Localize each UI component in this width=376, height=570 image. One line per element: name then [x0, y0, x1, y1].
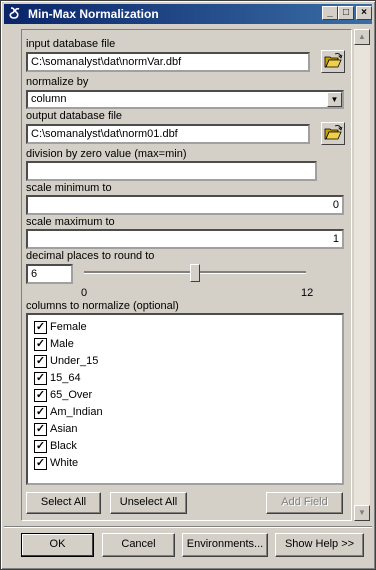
decimal-label: decimal places to round to [26, 250, 155, 262]
maximize-button[interactable]: □ [338, 6, 354, 20]
chevron-down-icon[interactable]: ▼ [327, 92, 342, 107]
normalize-by-select[interactable]: column ▼ [26, 90, 344, 109]
show-help-button[interactable]: Show Help >> [275, 533, 364, 557]
check-icon[interactable]: ✓ [34, 440, 47, 453]
output-db-label: output database file [26, 110, 123, 122]
output-db-browse-button[interactable] [321, 122, 345, 145]
scale-min-label: scale minimum to [26, 182, 112, 194]
normalize-by-value: column [31, 93, 67, 105]
columns-listbox[interactable]: ✓ Female ✓ Male ✓ Under_15 ✓ 15_64 ✓ 65_Over … [26, 313, 344, 485]
decimal-slider-thumb[interactable] [190, 264, 200, 282]
close-button[interactable]: × [356, 6, 372, 20]
check-icon[interactable]: ✓ [34, 389, 47, 402]
slider-max-label: 12 [301, 287, 314, 299]
open-folder-icon [322, 53, 344, 75]
title-bar[interactable]: Min-Max Normalization _ □ × [4, 4, 372, 24]
check-icon[interactable]: ✓ [34, 457, 47, 470]
div-zero-field[interactable] [26, 161, 317, 181]
open-folder-icon [322, 125, 344, 147]
check-icon[interactable]: ✓ [34, 355, 47, 368]
ok-button[interactable]: OK [21, 533, 94, 557]
window-title: Min-Max Normalization [28, 7, 159, 21]
check-icon[interactable]: ✓ [34, 423, 47, 436]
slider-min-label: 0 [81, 287, 88, 299]
scale-max-label: scale maximum to [26, 216, 115, 228]
check-icon[interactable]: ✓ [34, 338, 47, 351]
dialog-window: Min-Max Normalization _ □ × input databa… [0, 0, 376, 570]
input-db-field[interactable]: C:\somanalyst\dat\normVar.dbf [26, 52, 310, 72]
check-icon[interactable]: ✓ [34, 406, 47, 419]
cancel-button[interactable]: Cancel [102, 533, 175, 557]
input-db-label: input database file [26, 38, 116, 50]
scroll-icon [7, 6, 23, 22]
scale-max-field[interactable]: 1 [26, 229, 344, 249]
unselect-all-button[interactable]: Unselect All [110, 492, 187, 514]
select-all-button[interactable]: Select All [26, 492, 101, 514]
output-db-field[interactable]: C:\somanalyst\dat\norm01.dbf [26, 124, 310, 144]
add-field-button[interactable]: Add Field [266, 492, 343, 514]
normalize-by-label: normalize by [26, 76, 89, 88]
decimal-field[interactable]: 6 [26, 264, 73, 284]
scroll-down-icon[interactable]: ▼ [354, 505, 370, 521]
scale-min-field[interactable]: 0 [26, 195, 344, 215]
vertical-scrollbar[interactable]: ▲ ▼ [354, 29, 370, 521]
environments-button[interactable]: Environments... [182, 533, 268, 557]
footer-divider [4, 526, 372, 528]
input-db-browse-button[interactable] [321, 50, 345, 73]
columns-label: columns to normalize (optional) [26, 300, 179, 312]
check-icon[interactable]: ✓ [34, 372, 47, 385]
minimize-button[interactable]: _ [322, 6, 338, 20]
check-icon[interactable]: ✓ [34, 321, 47, 334]
scroll-up-icon[interactable]: ▲ [354, 29, 370, 45]
div-zero-label: division by zero value (max=min) [26, 148, 187, 160]
